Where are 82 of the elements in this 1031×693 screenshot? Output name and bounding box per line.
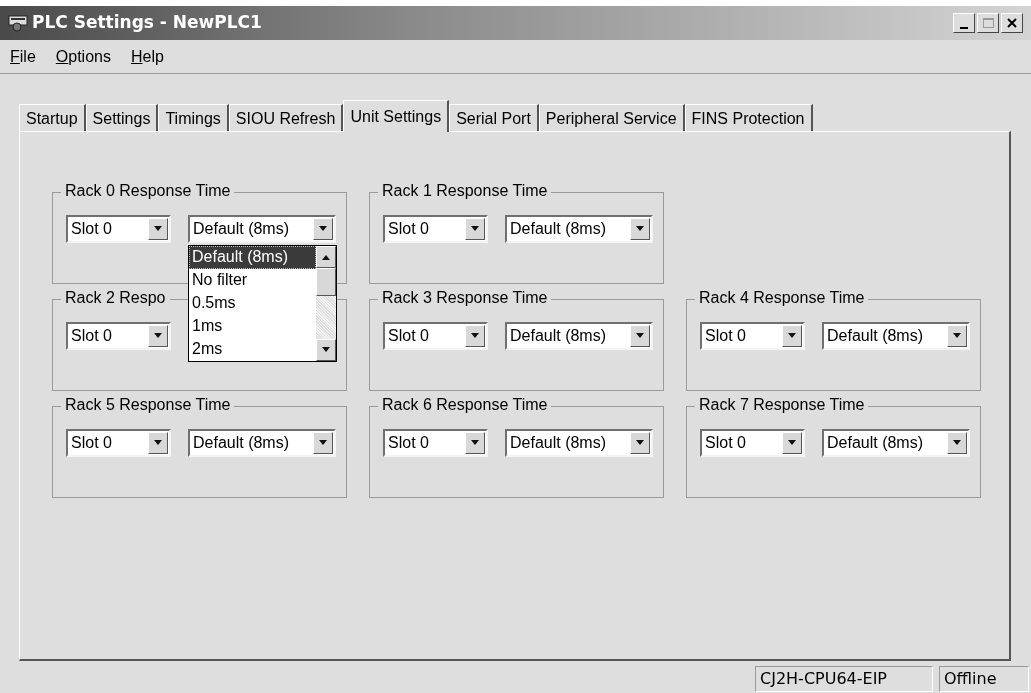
maximize-button[interactable] <box>977 13 999 33</box>
down-arrow-icon <box>787 333 797 339</box>
response-combobox[interactable]: Default (8ms) <box>505 429 653 457</box>
scroll-up-button[interactable] <box>316 246 336 268</box>
tab[interactable]: Timings <box>158 104 229 131</box>
dropdown-button[interactable] <box>947 432 967 454</box>
minimize-button[interactable] <box>953 13 975 33</box>
group-title: Rack 1 Response Time <box>378 181 552 201</box>
response-combobox[interactable]: Default (8ms) <box>822 429 970 457</box>
down-arrow-icon <box>153 333 163 339</box>
tab[interactable]: Peripheral Service <box>538 104 685 131</box>
dropdown-button[interactable] <box>313 218 333 240</box>
slot-combobox[interactable]: Slot 0 <box>66 429 171 457</box>
group-title: Rack 2 Respo <box>61 288 170 308</box>
dropdown-button[interactable] <box>782 325 802 347</box>
down-arrow-icon <box>952 333 962 339</box>
dropdown-button[interactable] <box>148 325 168 347</box>
dropdown-button[interactable] <box>782 432 802 454</box>
response-combobox[interactable]: Default (8ms) <box>505 322 653 350</box>
group-title: Rack 6 Response Time <box>378 395 552 415</box>
dropdown-option[interactable]: 2ms <box>189 338 316 361</box>
down-arrow-icon <box>318 226 328 232</box>
up-arrow-icon <box>321 254 331 260</box>
window-title: PLC Settings - NewPLC1 <box>32 11 262 35</box>
down-arrow-icon <box>635 440 645 446</box>
slot-combobox[interactable]: Slot 0 <box>700 429 805 457</box>
group-title: Rack 5 Response Time <box>61 395 235 415</box>
group-title: Rack 4 Response Time <box>695 288 869 308</box>
group-title: Rack 7 Response Time <box>695 395 869 415</box>
down-arrow-icon <box>321 347 331 353</box>
menu-item[interactable]: Help <box>130 44 164 69</box>
slot-combobox[interactable]: Slot 0 <box>383 322 488 350</box>
close-icon <box>1007 18 1017 28</box>
response-combobox[interactable]: Default (8ms) <box>188 215 336 243</box>
response-combobox[interactable]: Default (8ms) <box>822 322 970 350</box>
menu-item[interactable]: Options <box>55 44 111 69</box>
response-combobox[interactable]: Default (8ms) <box>188 429 336 457</box>
response-combobox[interactable]: Default (8ms) <box>505 215 653 243</box>
down-arrow-icon <box>470 333 480 339</box>
dropdown-button[interactable] <box>630 325 650 347</box>
close-button[interactable] <box>1001 13 1023 33</box>
dropdown-button[interactable] <box>947 325 967 347</box>
dropdown-button[interactable] <box>630 218 650 240</box>
tab[interactable]: Startup <box>19 104 86 131</box>
dropdown-button[interactable] <box>465 432 485 454</box>
down-arrow-icon <box>787 440 797 446</box>
tab[interactable]: Settings <box>85 104 159 131</box>
group-title: Rack 3 Response Time <box>378 288 552 308</box>
slot-combobox[interactable]: Slot 0 <box>700 322 805 350</box>
down-arrow-icon <box>470 440 480 446</box>
slot-combobox[interactable]: Slot 0 <box>66 215 171 243</box>
scroll-thumb[interactable] <box>316 268 336 296</box>
dropdown-button[interactable] <box>148 218 168 240</box>
tab[interactable]: Serial Port <box>449 104 539 131</box>
scrollbar[interactable] <box>316 246 336 361</box>
slot-combobox[interactable]: Slot 0 <box>383 215 488 243</box>
down-arrow-icon <box>318 440 328 446</box>
down-arrow-icon <box>153 226 163 232</box>
dropdown-option[interactable]: No filter <box>189 269 316 292</box>
down-arrow-icon <box>952 440 962 446</box>
slot-combobox[interactable]: Slot 0 <box>383 429 488 457</box>
down-arrow-icon <box>470 226 480 232</box>
dropdown-button[interactable] <box>313 432 333 454</box>
dropdown-button[interactable] <box>630 432 650 454</box>
app-icon <box>8 14 28 32</box>
tab[interactable]: Unit Settings <box>343 100 450 132</box>
status-model: CJ2H-CPU64-EIP <box>755 666 933 692</box>
dropdown-button[interactable] <box>465 218 485 240</box>
tab[interactable]: FINS Protection <box>684 104 813 131</box>
status-connection: Offline <box>939 666 1029 692</box>
dropdown-option[interactable]: Default (8ms) <box>189 246 316 269</box>
down-arrow-icon <box>153 440 163 446</box>
menu-item[interactable]: File <box>10 44 36 69</box>
dropdown-button[interactable] <box>465 325 485 347</box>
down-arrow-icon <box>635 226 645 232</box>
dropdown-option[interactable]: 0.5ms <box>189 292 316 315</box>
down-arrow-icon <box>635 333 645 339</box>
group-title: Rack 0 Response Time <box>61 181 235 201</box>
dropdown-button[interactable] <box>148 432 168 454</box>
dropdown-option[interactable]: 1ms <box>189 315 316 338</box>
slot-combobox[interactable]: Slot 0 <box>66 322 171 350</box>
scroll-down-button[interactable] <box>316 339 336 361</box>
